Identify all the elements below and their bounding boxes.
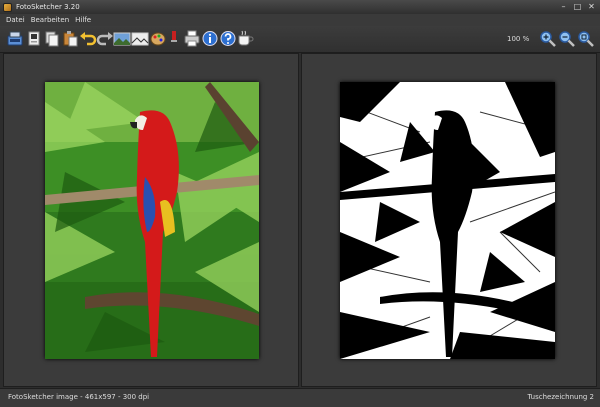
sketch-image-panel (301, 53, 597, 387)
window-title: FotoSketcher 3.20 (16, 3, 80, 11)
brush-icon (171, 31, 177, 46)
zoom-fit-icon (578, 31, 594, 47)
undo-icon (80, 32, 97, 46)
print-button[interactable] (183, 30, 201, 47)
undo-button[interactable] (79, 30, 97, 47)
minimize-button[interactable]: – (557, 1, 570, 12)
scanner-button[interactable] (6, 30, 24, 47)
scanner-icon (7, 31, 23, 46)
zoom-out-button[interactable] (558, 30, 576, 47)
sketch-image[interactable] (340, 82, 555, 359)
help-button[interactable] (219, 30, 237, 47)
title-bar: FotoSketcher 3.20 – □ ✕ (0, 0, 600, 15)
brush-button[interactable] (165, 30, 183, 47)
zoom-level: 100 % (507, 35, 530, 43)
coffee-icon (238, 30, 254, 46)
menu-hilfe[interactable]: Hilfe (75, 16, 91, 24)
close-button[interactable]: ✕ (585, 1, 598, 12)
menu-datei[interactable]: Datei (6, 16, 25, 24)
zoom-fit-button[interactable] (577, 30, 595, 47)
original-image[interactable] (45, 82, 259, 359)
app-logo-icon (3, 2, 12, 12)
print-icon (184, 30, 200, 47)
original-image-panel (3, 53, 299, 387)
status-bar: FotoSketcher image - 461x597 - 300 dpi T… (0, 388, 600, 407)
toolbar: 100 % (0, 26, 600, 53)
copy-icon (45, 31, 59, 47)
menu-bearbeiten[interactable]: Bearbeiten (31, 16, 69, 24)
original-image-icon (113, 32, 131, 46)
paste-icon (63, 31, 78, 47)
menu-bar: Datei Bearbeiten Hilfe (0, 14, 600, 26)
zoom-out-icon (559, 31, 575, 47)
info-button[interactable] (201, 30, 219, 47)
sketch-image-button[interactable] (131, 30, 149, 47)
maximize-button[interactable]: □ (571, 1, 584, 12)
redo-icon (96, 32, 113, 46)
open-file-icon (28, 31, 40, 46)
sketch-image-icon (131, 32, 149, 46)
original-image-button[interactable] (113, 30, 131, 47)
open-button[interactable] (25, 30, 43, 47)
paste-button[interactable] (61, 30, 79, 47)
zoom-in-button[interactable] (539, 30, 557, 47)
copy-button[interactable] (43, 30, 61, 47)
zoom-in-icon (540, 31, 556, 47)
coffee-button[interactable] (236, 30, 254, 47)
help-icon (220, 31, 236, 46)
image-info-text: FotoSketcher image - 461x597 - 300 dpi (8, 393, 150, 401)
info-icon (202, 31, 218, 46)
effect-name-text: Tuschezeichnung 2 (527, 393, 594, 401)
redo-button[interactable] (96, 30, 114, 47)
